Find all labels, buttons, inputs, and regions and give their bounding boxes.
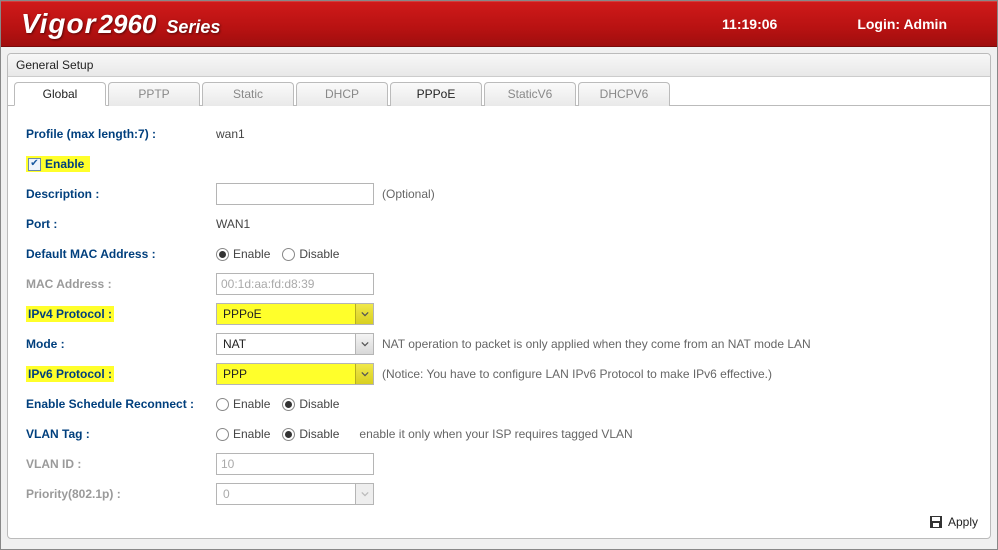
select-value: 0 (217, 487, 355, 501)
radio-label: Disable (299, 397, 339, 411)
ipv6-protocol-label-text: IPv6 Protocol : (26, 366, 114, 382)
select-value: PPP (217, 367, 355, 381)
tab-pptp[interactable]: PPTP (108, 82, 200, 106)
priority-select: 0 (216, 483, 374, 505)
tab-pppoe[interactable]: PPPoE (390, 82, 482, 106)
tab-label: DHCP (325, 87, 359, 101)
schedule-disable-radio[interactable]: Disable (282, 397, 339, 411)
tab-staticv6[interactable]: StaticV6 (484, 82, 576, 106)
clock: 11:19:06 (722, 16, 777, 32)
brand-name: Vigor (21, 8, 97, 40)
ipv6-protocol-select[interactable]: PPP (216, 363, 374, 385)
tab-label: Global (43, 87, 78, 101)
tab-label: Static (233, 87, 263, 101)
vlan-tag-label: VLAN Tag : (26, 427, 216, 441)
brand: Vigor 2960 Series (21, 8, 220, 40)
description-input[interactable] (216, 183, 374, 205)
ipv4-protocol-select[interactable]: PPPoE (216, 303, 374, 325)
radio-label: Disable (299, 427, 339, 441)
mac-address-label: MAC Address : (26, 277, 216, 291)
radio-label: Enable (233, 247, 270, 261)
enable-label: Enable (45, 157, 84, 171)
tab-label: PPPoE (417, 87, 456, 101)
mode-label: Mode : (26, 337, 216, 351)
tab-global[interactable]: Global (14, 82, 106, 106)
priority-label: Priority(802.1p) : (26, 487, 216, 501)
vlan-disable-radio[interactable]: Disable (282, 427, 339, 441)
tab-dhcp[interactable]: DHCP (296, 82, 388, 106)
tab-bar: Global PPTP Static DHCP PPPoE StaticV6 D… (8, 77, 990, 106)
port-label: Port : (26, 217, 216, 231)
ipv4-protocol-label-text: IPv4 Protocol : (26, 306, 114, 322)
mac-address-input (216, 273, 374, 295)
mode-hint: NAT operation to packet is only applied … (382, 337, 811, 351)
vlan-enable-radio[interactable]: Enable (216, 427, 270, 441)
profile-label: Profile (max length:7) : (26, 127, 216, 141)
chevron-down-icon (355, 334, 373, 354)
chevron-down-icon (355, 484, 373, 504)
port-value: WAN1 (216, 217, 250, 231)
schedule-reconnect-label: Enable Schedule Reconnect : (26, 397, 216, 411)
vlan-hint: enable it only when your ISP requires ta… (359, 427, 632, 441)
apply-button[interactable]: Apply (928, 514, 978, 530)
brand-model: 2960 (99, 9, 157, 40)
vlan-id-label: VLAN ID : (26, 457, 216, 471)
chevron-down-icon (355, 364, 373, 384)
select-value: PPPoE (217, 307, 355, 321)
tab-label: PPTP (138, 87, 169, 101)
tab-label: DHCPV6 (600, 87, 649, 101)
form-area: Profile (max length:7) : wan1 Enable Des… (8, 106, 990, 518)
schedule-enable-radio[interactable]: Enable (216, 397, 270, 411)
profile-value: wan1 (216, 127, 245, 141)
default-mac-enable-radio[interactable]: Enable (216, 247, 270, 261)
radio-label: Enable (233, 427, 270, 441)
login-status: Login: Admin (857, 16, 947, 32)
tab-dhcpv6[interactable]: DHCPV6 (578, 82, 670, 106)
tab-label: StaticV6 (508, 87, 553, 101)
page-title: General Setup (8, 54, 990, 77)
ipv6-protocol-label: IPv6 Protocol : (26, 367, 216, 381)
chevron-down-icon (355, 304, 373, 324)
brand-series: Series (166, 17, 220, 38)
vlan-id-input (216, 453, 374, 475)
apply-label: Apply (948, 515, 978, 529)
select-value: NAT (217, 337, 355, 351)
ipv4-protocol-label: IPv4 Protocol : (26, 307, 216, 321)
default-mac-disable-radio[interactable]: Disable (282, 247, 339, 261)
ipv6-hint: (Notice: You have to configure LAN IPv6 … (382, 367, 772, 381)
radio-label: Disable (299, 247, 339, 261)
description-label: Description : (26, 187, 216, 201)
enable-checkbox[interactable] (28, 158, 41, 171)
default-mac-label: Default MAC Address : (26, 247, 216, 261)
radio-label: Enable (233, 397, 270, 411)
tab-static[interactable]: Static (202, 82, 294, 106)
enable-field: Enable (26, 156, 90, 172)
mode-select[interactable]: NAT (216, 333, 374, 355)
description-hint: (Optional) (382, 187, 435, 201)
main-panel: General Setup Global PPTP Static DHCP PP… (7, 53, 991, 539)
app-header: Vigor 2960 Series 11:19:06 Login: Admin (1, 1, 997, 47)
save-icon (928, 514, 944, 530)
